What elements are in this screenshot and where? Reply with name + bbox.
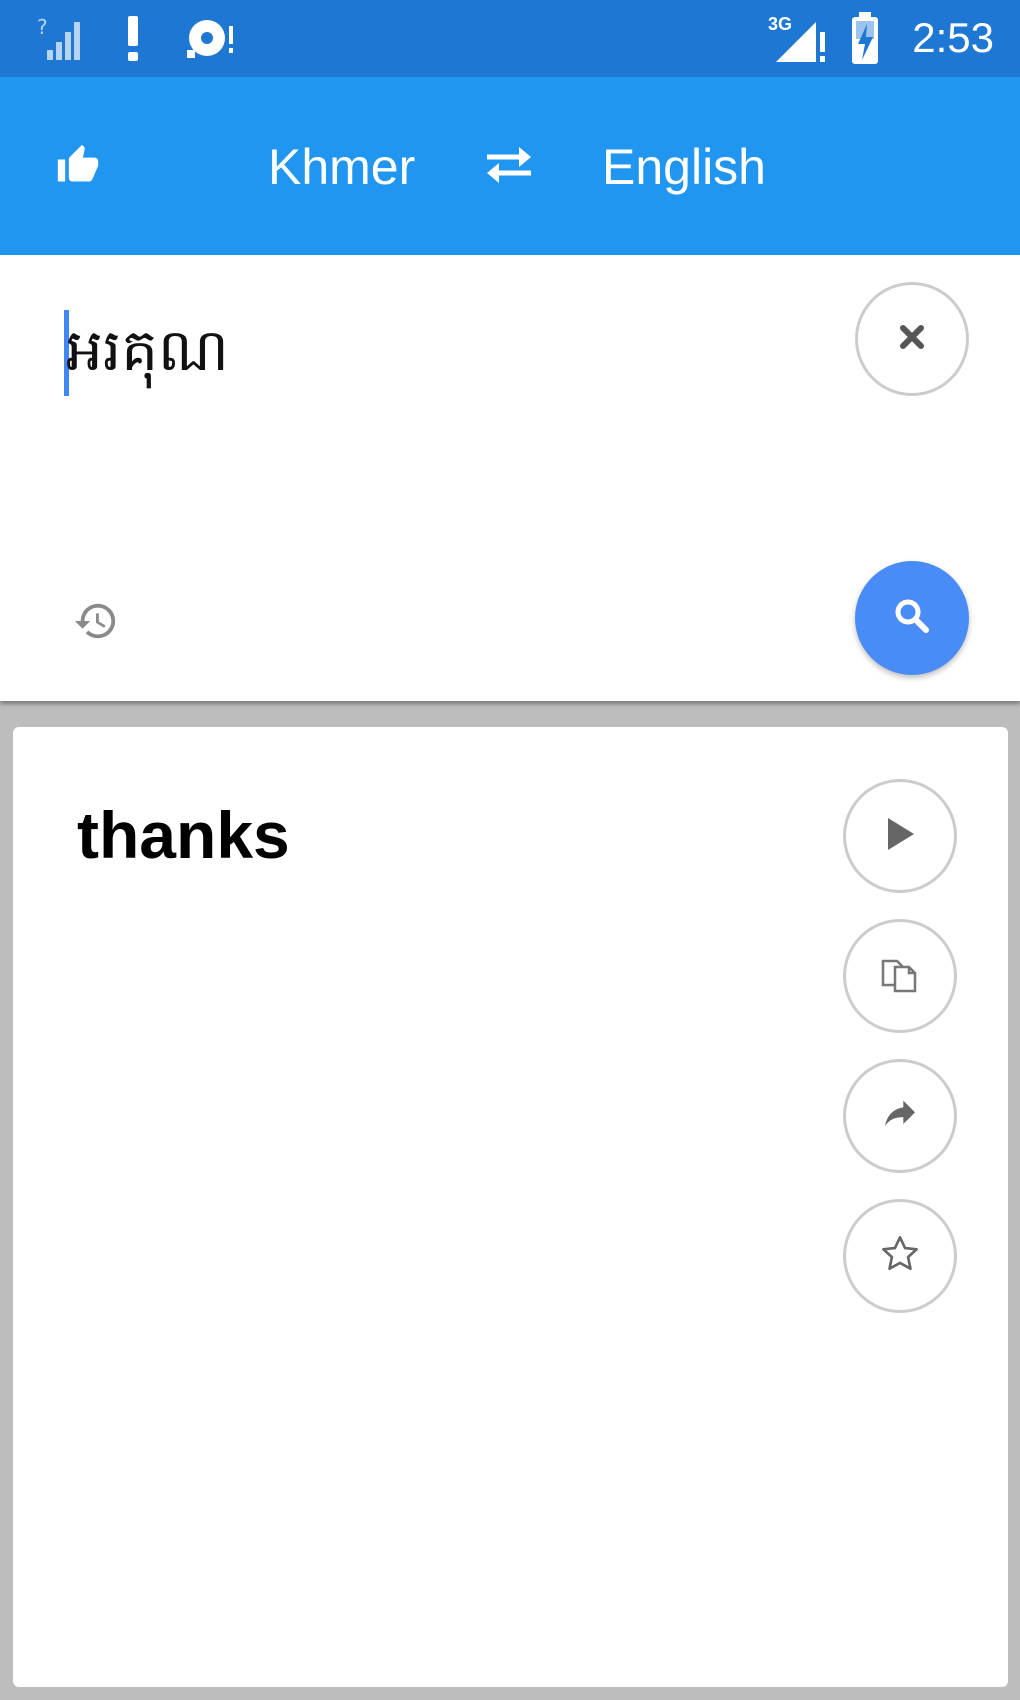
app-bar: Khmer English — [0, 77, 1020, 255]
star-icon — [879, 1233, 921, 1280]
network-type-label: 3G — [768, 14, 792, 34]
copy-icon — [879, 953, 921, 1000]
history-icon — [73, 598, 119, 649]
sync-alert-icon — [184, 10, 240, 66]
copy-button[interactable] — [843, 919, 957, 1033]
close-icon — [897, 322, 927, 357]
status-bar: ? 3G 2:53 — [0, 0, 1020, 77]
translate-search-button[interactable] — [855, 561, 969, 675]
history-button[interactable] — [66, 593, 126, 653]
alert-icon — [120, 10, 146, 66]
result-card: thanks — [13, 727, 1008, 1687]
share-icon — [878, 1094, 922, 1139]
clear-button[interactable] — [855, 282, 969, 396]
status-clock: 2:53 — [912, 14, 994, 61]
share-button[interactable] — [843, 1059, 957, 1173]
source-language-button[interactable]: Khmer — [268, 127, 415, 207]
network-3g-icon: 3G — [766, 10, 828, 66]
source-text-input[interactable]: អរគុណ — [64, 305, 229, 395]
target-language-button[interactable]: English — [602, 127, 766, 207]
translation-result: thanks — [77, 798, 290, 872]
battery-charging-icon — [848, 10, 882, 66]
play-audio-button[interactable] — [843, 779, 957, 893]
favorite-button[interactable] — [843, 1199, 957, 1313]
swap-languages-button[interactable] — [478, 137, 540, 197]
svg-text:?: ? — [37, 15, 48, 39]
signal-unknown-icon: ? — [34, 10, 84, 66]
search-icon — [892, 596, 932, 641]
thumbs-up-icon — [56, 143, 100, 192]
input-panel: អរគុណ — [0, 255, 1020, 701]
swap-icon — [483, 143, 535, 192]
like-button[interactable] — [48, 137, 108, 197]
play-icon — [882, 814, 918, 859]
